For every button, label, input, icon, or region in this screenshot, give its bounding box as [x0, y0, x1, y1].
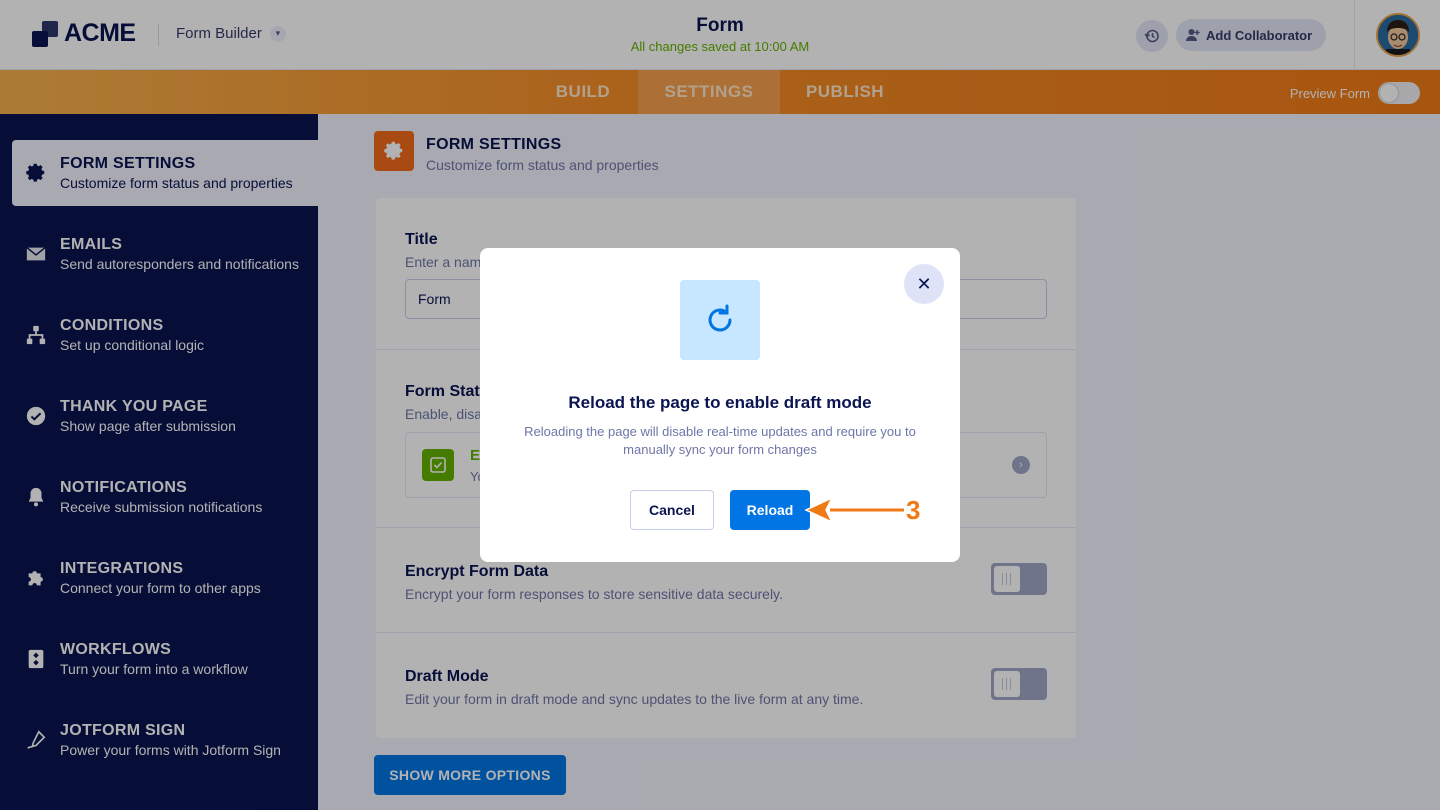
dialog-description: Reloading the page will disable real-tim… — [524, 424, 916, 457]
cancel-button[interactable]: Cancel — [630, 490, 714, 530]
close-icon: ✕ — [916, 273, 932, 294]
close-button[interactable]: ✕ — [904, 264, 944, 304]
dialog-title: Reload the page to enable draft mode — [568, 393, 872, 412]
refresh-icon — [680, 280, 760, 360]
reload-button[interactable]: Reload — [730, 490, 810, 530]
annotation-step-number: 3 — [906, 495, 921, 525]
